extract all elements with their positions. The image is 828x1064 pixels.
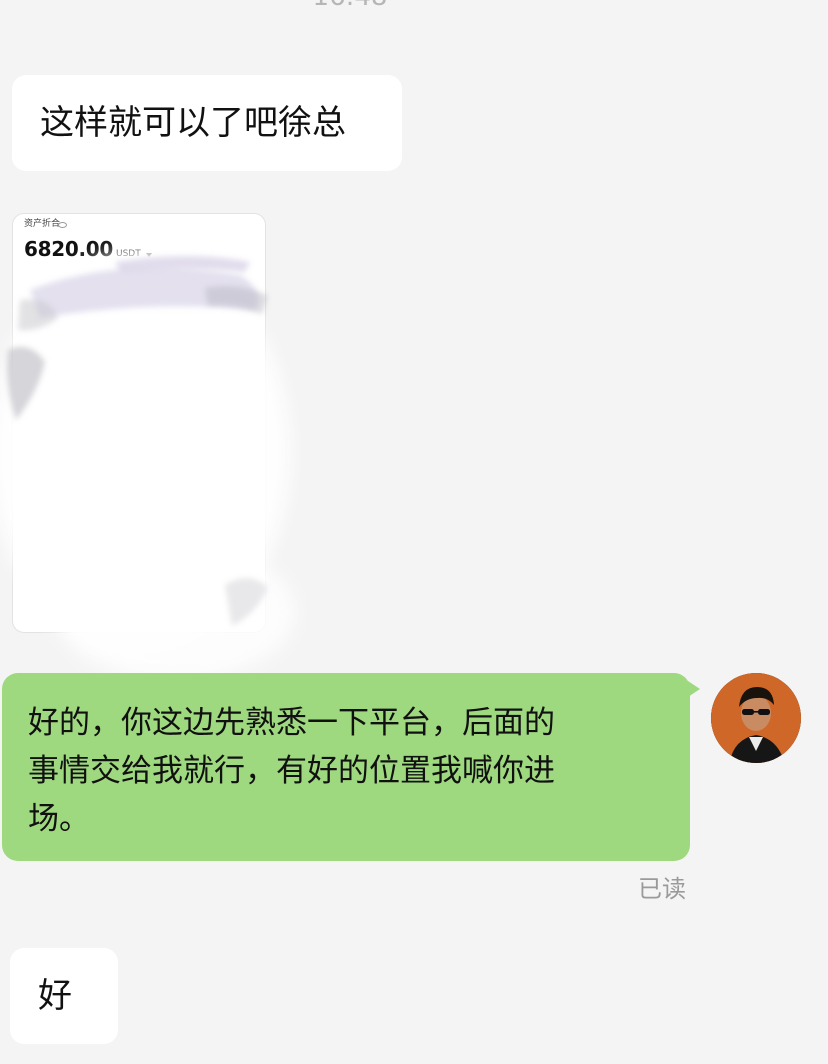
image-message[interactable]: 资产折合 6820.00 USDT: [12, 213, 266, 633]
outgoing-message-bubble[interactable]: 好的，你这边先熟悉一下平台，后面的 事情交给我就行，有好的位置我喊你进 场。: [2, 673, 690, 861]
asset-total-label: 资产折合: [24, 219, 61, 229]
avatar-image: [711, 673, 801, 763]
bubble-tail: [688, 681, 700, 697]
asset-unit-label: USDT: [116, 249, 141, 259]
avatar[interactable]: [711, 673, 801, 763]
eye-icon: [58, 222, 67, 228]
incoming-message-bubble[interactable]: 好: [10, 948, 118, 1044]
chevron-down-icon: [146, 253, 152, 257]
message-text-line: 好的，你这边先熟悉一下平台，后面的: [28, 705, 555, 741]
asset-total-value: 6820.00: [24, 237, 113, 261]
message-text-line: 事情交给我就行，有好的位置我喊你进: [28, 753, 555, 789]
message-text: 好: [38, 976, 72, 1016]
message-text: 这样就可以了吧徐总: [40, 103, 346, 143]
read-status: 已读: [638, 875, 686, 903]
message-timestamp: 16:48: [0, 0, 700, 12]
incoming-message-bubble[interactable]: 这样就可以了吧徐总: [12, 75, 402, 171]
message-text-line: 场。: [28, 801, 90, 837]
